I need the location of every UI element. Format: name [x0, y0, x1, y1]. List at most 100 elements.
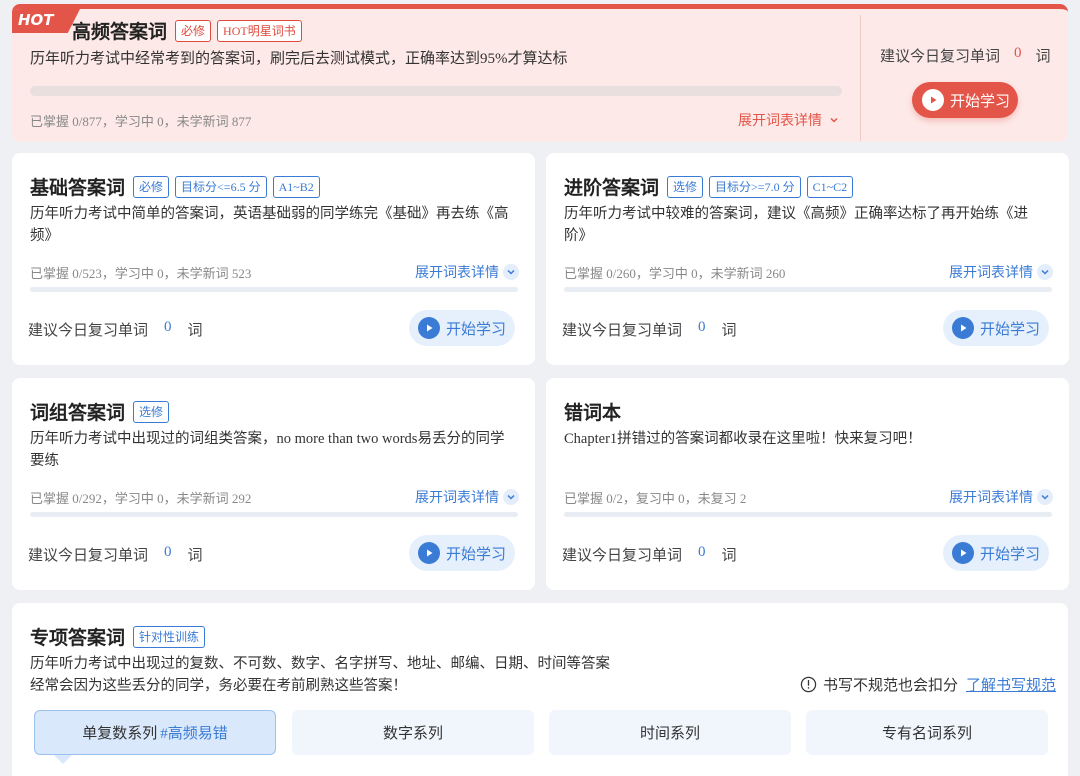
tag-hot-book: HOT明星词书	[217, 19, 302, 42]
card-title: 进阶答案词	[564, 178, 660, 199]
review-suggestion: 建议今日复习单词 0 词	[562, 319, 737, 340]
hot-badge: HOT	[12, 9, 80, 33]
chevron-down-icon	[826, 112, 842, 128]
expand-wordlist-button[interactable]: 展开词表详情	[415, 262, 519, 282]
tab-proper-noun-series[interactable]: 专有名词系列	[806, 710, 1048, 755]
progress-stats: 已掌握 0/2，复习中 0，未复习 2	[564, 491, 747, 506]
tab-label: 数字系列	[382, 726, 443, 742]
card-title-row: 错词本	[564, 398, 621, 425]
tab-time-series[interactable]: 时间系列	[549, 710, 791, 755]
chevron-down-icon	[1037, 264, 1053, 280]
progress-bar	[30, 512, 518, 517]
chevron-down-icon	[1037, 489, 1053, 505]
play-icon	[952, 317, 974, 339]
start-label: 开始学习	[950, 93, 1011, 110]
card-title: 错词本	[564, 403, 622, 424]
start-learning-button[interactable]: 开始学习	[912, 82, 1018, 118]
section-description: 历年听力考试中出现过的复数、不可数、数字、名字拼写、地址、邮编、日期、时间等答案…	[30, 653, 610, 697]
tag-target-score: 目标分<=6.5 分	[175, 175, 267, 198]
start-learning-button[interactable]: 开始学习	[943, 535, 1049, 571]
progress-stats: 已掌握 0/523，学习中 0，未学新词 523	[30, 266, 252, 281]
card-description: 历年听力考试中较难的答案词，建议《高频》正确率达标了再开始练《进阶》	[564, 206, 1028, 244]
review-label: 建议今日复习单词	[880, 49, 1001, 65]
description-line: 经常会因为这些丢分的同学，务必要在考前刷熟这些答案！	[30, 678, 407, 694]
tab-label: 时间系列	[639, 726, 700, 742]
play-icon	[418, 542, 440, 564]
progress-stats: 已掌握 0/260，学习中 0，未学新词 260	[564, 266, 786, 281]
review-suggestion: 建议今日复习单词 0 词	[28, 319, 203, 340]
divider	[860, 15, 861, 141]
card-title-row: 词组答案词 选修	[30, 398, 170, 425]
hot-title-row: 高频答案词 必修 HOT明星词书	[72, 17, 302, 44]
expand-wordlist-button[interactable]: 展开词表详情	[738, 110, 842, 130]
review-unit: 词	[721, 323, 737, 339]
expand-wordlist-button[interactable]: 展开词表详情	[415, 487, 519, 507]
tag-targeted-training: 针对性训练	[133, 625, 206, 648]
progress-stats: 已掌握 0/877，学习中 0，未学新词 877	[30, 114, 252, 129]
card-description: 历年听力考试中经常考到的答案词，刷完后去测试模式，正确率达到95%才算达标	[30, 51, 568, 67]
tab-number-series[interactable]: 数字系列	[292, 710, 534, 755]
expand-label: 展开词表详情	[738, 114, 822, 129]
review-count: 0	[1014, 45, 1022, 61]
review-suggestion: 建议今日复习单词 0 词	[28, 544, 203, 565]
section-title: 专项答案词	[30, 628, 126, 649]
card-title: 词组答案词	[30, 403, 126, 424]
card-description: Chapter1拼错过的答案词都收录在这里啦！快来复习吧！	[564, 431, 922, 447]
review-label: 建议今日复习单词	[28, 323, 149, 339]
tab-singular-plural-series[interactable]: 单复数系列 #高频易错	[34, 710, 276, 755]
wordlist-card-mistakes: 错词本 Chapter1拼错过的答案词都收录在这里啦！快来复习吧！ 已掌握 0/…	[546, 378, 1069, 590]
expand-label: 展开词表详情	[415, 491, 499, 506]
card-title: 高频答案词	[72, 22, 168, 43]
start-label: 开始学习	[980, 546, 1041, 563]
tag-elective: 选修	[133, 400, 170, 423]
review-count: 0	[698, 319, 706, 335]
card-title-row: 进阶答案词 选修 目标分>=7.0 分 C1~C2	[564, 173, 854, 200]
hot-wordlist-card: HOT 高频答案词 必修 HOT明星词书 历年听力考试中经常考到的答案词，刷完后…	[12, 4, 1068, 142]
review-count: 0	[164, 319, 172, 335]
tag-level: A1~B2	[272, 175, 320, 198]
chevron-down-icon	[503, 264, 519, 280]
start-learning-button[interactable]: 开始学习	[409, 535, 515, 571]
expand-label: 展开词表详情	[949, 266, 1033, 281]
review-unit: 词	[721, 548, 737, 564]
card-description: 历年听力考试中出现过的词组类答案，no more than two words易…	[30, 431, 505, 469]
review-suggestion: 建议今日复习单词 0 词	[880, 45, 1051, 66]
tag-required: 必修	[175, 19, 212, 42]
start-learning-button[interactable]: 开始学习	[409, 310, 515, 346]
review-label: 建议今日复习单词	[562, 323, 683, 339]
writing-rules-link[interactable]: 了解书写规范	[966, 674, 1056, 695]
start-label: 开始学习	[446, 321, 507, 338]
progress-bar	[30, 86, 842, 96]
tag-required: 必修	[133, 175, 170, 198]
special-wordlist-section: 专项答案词 针对性训练 历年听力考试中出现过的复数、不可数、数字、名字拼写、地址…	[12, 603, 1068, 776]
review-unit: 词	[1035, 49, 1051, 65]
review-label: 建议今日复习单词	[28, 548, 149, 564]
progress-bar	[30, 287, 518, 292]
progress-stats: 已掌握 0/292，学习中 0，未学新词 292	[30, 491, 252, 506]
review-count: 0	[164, 544, 172, 560]
start-label: 开始学习	[446, 546, 507, 563]
section-title-row: 专项答案词 针对性训练	[30, 623, 206, 650]
description-line: 历年听力考试中出现过的复数、不可数、数字、名字拼写、地址、邮编、日期、时间等答案	[30, 656, 610, 672]
tag-level: C1~C2	[806, 175, 854, 198]
review-count: 0	[698, 544, 706, 560]
review-suggestion: 建议今日复习单词 0 词	[562, 544, 737, 565]
wordlist-card-advanced: 进阶答案词 选修 目标分>=7.0 分 C1~C2 历年听力考试中较难的答案词，…	[546, 153, 1069, 365]
card-description: 历年听力考试中简单的答案词，英语基础弱的同学练完《基础》再去练《高频》	[30, 206, 509, 244]
tab-label: 单复数系列	[82, 726, 158, 742]
card-title: 基础答案词	[30, 178, 126, 199]
tag-elective: 选修	[667, 175, 704, 198]
play-icon	[952, 542, 974, 564]
expand-wordlist-button[interactable]: 展开词表详情	[949, 262, 1053, 282]
play-icon	[418, 317, 440, 339]
expand-label: 展开词表详情	[415, 266, 499, 281]
start-label: 开始学习	[980, 321, 1041, 338]
play-icon	[922, 89, 944, 111]
tag-target-score: 目标分>=7.0 分	[709, 175, 801, 198]
info-icon	[800, 676, 817, 693]
expand-wordlist-button[interactable]: 展开词表详情	[949, 487, 1053, 507]
start-learning-button[interactable]: 开始学习	[943, 310, 1049, 346]
progress-bar	[564, 512, 1052, 517]
review-unit: 词	[187, 323, 203, 339]
wordlist-card-basic: 基础答案词 必修 目标分<=6.5 分 A1~B2 历年听力考试中简单的答案词，…	[12, 153, 535, 365]
